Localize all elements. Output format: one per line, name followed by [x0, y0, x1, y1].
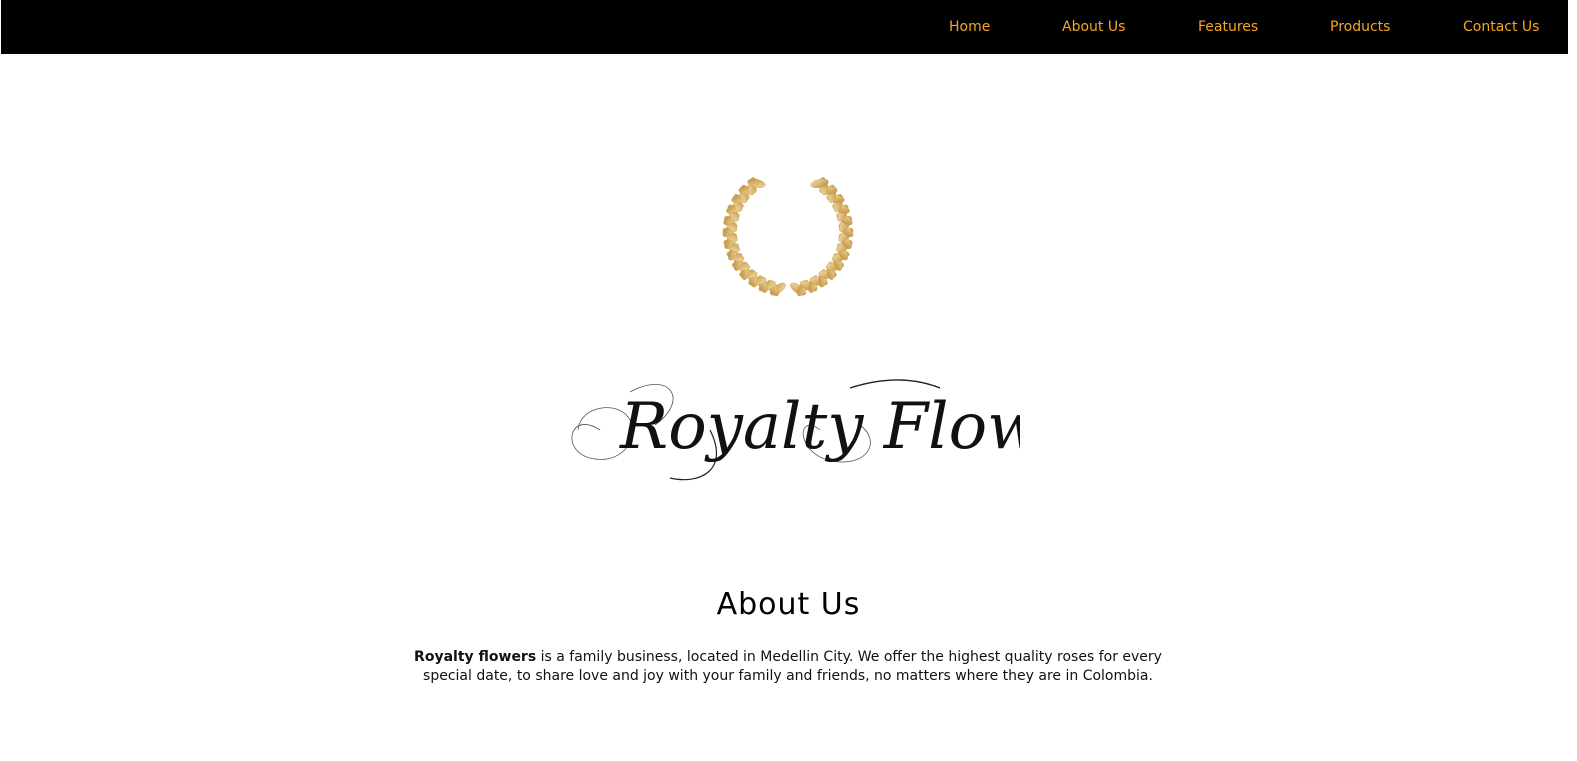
top-navbar: Home About Us Features Products Contact … [1, 0, 1568, 54]
wordmark-text: Royalty Flowers [619, 390, 1020, 464]
nav-link-products[interactable]: Products [1330, 17, 1390, 37]
laurel-wreath-icon [722, 177, 854, 297]
nav-link-about-us[interactable]: About Us [1062, 17, 1125, 37]
nav-link-features[interactable]: Features [1198, 17, 1258, 37]
brand-name: Royalty flowers [414, 649, 537, 665]
nav-link-home[interactable]: Home [949, 17, 990, 37]
royalty-flowers-wordmark: Royalty Flowers [571, 379, 1020, 481]
about-us-paragraph: Royalty flowers is a family business, lo… [388, 648, 1188, 686]
about-us-heading: About Us [716, 587, 861, 622]
nav-link-contact-us[interactable]: Contact Us [1463, 17, 1539, 37]
